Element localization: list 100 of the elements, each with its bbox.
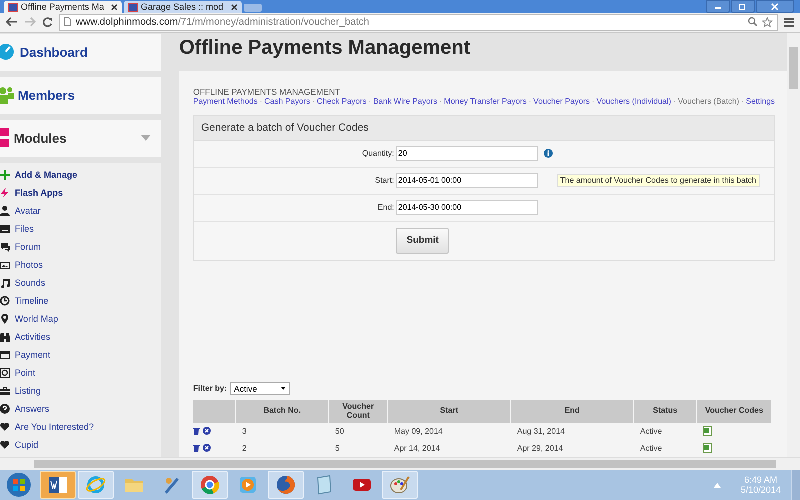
remove-icon[interactable] bbox=[203, 444, 212, 452]
sidebar-link[interactable]: Flash Apps bbox=[15, 188, 64, 198]
sidebar-link[interactable]: Point bbox=[15, 368, 36, 378]
caret-icon[interactable] bbox=[141, 135, 152, 142]
separator-dot: · bbox=[592, 96, 595, 106]
gauge-icon bbox=[0, 43, 16, 62]
menu-icon[interactable] bbox=[784, 18, 794, 27]
clock-time: 6:49 AM bbox=[744, 475, 778, 485]
nav-link[interactable]: Payment Methods bbox=[193, 96, 258, 106]
sidebar-link[interactable]: Listing bbox=[15, 386, 42, 396]
sidebar-link[interactable]: Payment bbox=[15, 350, 51, 360]
column-header: End bbox=[511, 400, 634, 423]
restore-icon bbox=[739, 2, 747, 10]
submit-button[interactable]: Submit bbox=[396, 228, 450, 254]
word-icon bbox=[47, 474, 69, 496]
sidebar-link[interactable]: Timeline bbox=[15, 296, 49, 306]
address-bar[interactable]: www.dolphinmods.com/71/m/money/administration/voucher_batch bbox=[59, 14, 778, 31]
minimize-button[interactable] bbox=[706, 0, 730, 13]
sidebar-link[interactable]: World Map bbox=[15, 314, 58, 324]
sidebar-link[interactable]: Files bbox=[15, 224, 34, 234]
column-header: Voucher Count bbox=[329, 400, 388, 423]
separator-dot: · bbox=[673, 96, 676, 106]
paint-icon bbox=[389, 474, 411, 496]
sidebar-link[interactable]: Avatar bbox=[15, 206, 41, 216]
browser-tab[interactable]: Offline Payments Ma bbox=[4, 1, 122, 13]
table-cell-text: Active bbox=[639, 426, 664, 438]
text-field[interactable]: 2014-05-01 00:00 bbox=[396, 173, 538, 188]
sidebar-link[interactable]: Answers bbox=[15, 404, 50, 414]
at-icon bbox=[0, 368, 10, 378]
question-icon bbox=[0, 404, 10, 414]
bookmark-star-icon[interactable] bbox=[762, 16, 773, 28]
taskbar-firefox-button[interactable] bbox=[268, 471, 304, 499]
nav-link[interactable]: Bank Wire Payors bbox=[373, 96, 438, 106]
table-cell-text: Active bbox=[639, 443, 664, 455]
sidebar-link[interactable]: Cupid bbox=[15, 440, 39, 450]
vertical-scrollbar[interactable] bbox=[787, 32, 800, 457]
separator-dot: · bbox=[528, 96, 532, 106]
text-field[interactable]: 2014-05-30 00:00 bbox=[396, 200, 538, 216]
table-cell-text: 5 bbox=[334, 443, 341, 455]
info-icon[interactable] bbox=[544, 149, 554, 158]
table-cell-text: 50 bbox=[334, 426, 346, 438]
ie-icon bbox=[85, 474, 107, 496]
close-icon[interactable] bbox=[231, 4, 238, 10]
nav-link[interactable]: Voucher Payors bbox=[534, 96, 590, 106]
close-button[interactable] bbox=[756, 0, 794, 13]
taskbar-word-button[interactable] bbox=[40, 471, 76, 499]
restore-button[interactable] bbox=[731, 0, 755, 13]
table-cell-text: Apr 29, 2014 bbox=[516, 443, 564, 455]
separator-dot: · bbox=[260, 96, 263, 106]
text-field[interactable]: 20 bbox=[396, 146, 538, 162]
current-page-label: Vouchers (Batch) bbox=[678, 96, 740, 106]
favicon-icon bbox=[8, 2, 18, 12]
taskbar-paint-button[interactable] bbox=[382, 471, 418, 499]
sidebar-card[interactable]: Modules bbox=[0, 120, 162, 157]
pin-icon bbox=[0, 314, 10, 324]
chrome-icon bbox=[199, 474, 221, 496]
sidebar-card[interactable]: Dashboard bbox=[0, 34, 162, 71]
trash-icon[interactable] bbox=[193, 444, 200, 452]
player-icon bbox=[237, 474, 259, 496]
plus-icon bbox=[0, 170, 10, 180]
bolt-icon bbox=[0, 188, 10, 198]
remove-icon[interactable] bbox=[203, 426, 212, 434]
sidebar-link[interactable]: Sounds bbox=[15, 278, 46, 288]
separator-dot: · bbox=[440, 96, 442, 106]
case-icon bbox=[0, 386, 10, 396]
sidebar-link[interactable]: Photos bbox=[15, 260, 44, 270]
nav-link[interactable]: Check Payors bbox=[317, 96, 367, 106]
reload-icon[interactable] bbox=[42, 16, 53, 28]
zoom-icon[interactable] bbox=[748, 17, 758, 28]
separator-dot: · bbox=[368, 96, 372, 106]
favicon-icon bbox=[128, 2, 138, 12]
sidebar-link[interactable]: Forum bbox=[15, 242, 42, 252]
card-icon bbox=[0, 350, 10, 360]
field-label: End: bbox=[376, 203, 394, 212]
trash-icon[interactable] bbox=[193, 426, 200, 434]
close-icon[interactable] bbox=[111, 4, 118, 10]
taskbar-chrome-button[interactable] bbox=[192, 471, 228, 499]
nav-link[interactable]: Money Transfer Payors bbox=[444, 96, 527, 106]
field-label: Quantity: bbox=[361, 149, 394, 158]
nav-link[interactable]: Settings bbox=[746, 96, 776, 106]
column-header: Voucher Codes bbox=[697, 400, 772, 423]
filter-dropdown[interactable]: Active bbox=[230, 382, 290, 395]
sidebar-link[interactable]: Add & Manage bbox=[15, 170, 78, 180]
field-label: Start: bbox=[374, 176, 394, 186]
sidebar-card[interactable]: Members bbox=[0, 76, 162, 114]
start-button[interactable] bbox=[6, 472, 32, 498]
separator-dot: · bbox=[741, 96, 744, 106]
clock-icon bbox=[0, 296, 10, 306]
person-icon bbox=[0, 206, 10, 216]
back-icon[interactable] bbox=[6, 17, 18, 28]
page-title: Offline Payments Management bbox=[179, 36, 472, 61]
caret-icon bbox=[281, 387, 286, 390]
drive-icon bbox=[0, 224, 10, 234]
nav-link[interactable]: Vouchers (Individual) bbox=[596, 96, 672, 106]
browser-tab[interactable]: Garage Sales :: mod bbox=[124, 1, 242, 13]
nav-link[interactable]: Cash Payors bbox=[264, 96, 310, 106]
sidebar-link[interactable]: Are You Interested? bbox=[15, 422, 94, 432]
table-cell-text: Aug 31, 2014 bbox=[516, 426, 566, 438]
sidebar-link[interactable]: Activities bbox=[15, 332, 51, 342]
horizontal-scrollbar[interactable] bbox=[0, 457, 800, 470]
